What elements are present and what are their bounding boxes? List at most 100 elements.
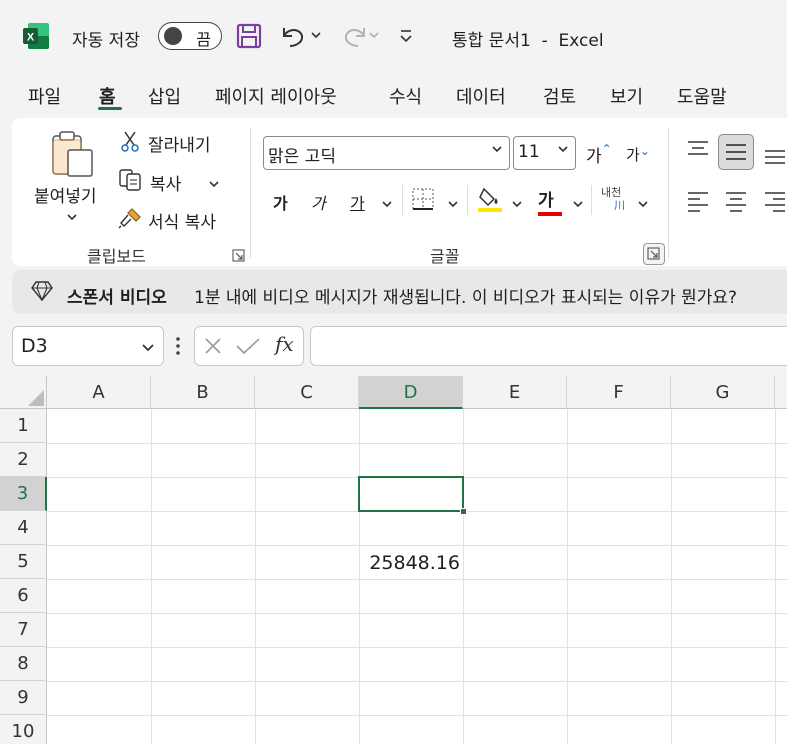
cut-label[interactable]: 잘라내기	[148, 131, 211, 156]
sponsor-title: 스폰서 비디오	[67, 288, 167, 308]
gridline	[775, 409, 776, 744]
cut-icon[interactable]	[120, 130, 140, 156]
excel-logo-icon: X	[22, 22, 50, 50]
row-header-9[interactable]: 9	[0, 681, 47, 715]
redo-icon[interactable]	[338, 22, 384, 54]
paste-icon[interactable]	[50, 130, 96, 182]
cancel-icon[interactable]	[203, 336, 223, 360]
row-header-7[interactable]: 7	[0, 613, 47, 647]
autosave-toggle[interactable]: 끔	[158, 22, 222, 50]
phonetic-dropdown-icon[interactable]	[637, 195, 649, 214]
cell-d5[interactable]: 25848.16	[362, 552, 460, 574]
tab-view[interactable]: 보기	[610, 83, 643, 109]
phonetic-bottom-label: 川	[614, 199, 625, 212]
select-all-button[interactable]	[0, 376, 47, 409]
save-icon[interactable]	[236, 23, 262, 49]
row-header-6[interactable]: 6	[0, 579, 47, 613]
active-cell-d3[interactable]	[358, 476, 464, 512]
decrease-font-button[interactable]: 가⌄	[626, 144, 650, 165]
column-header-h[interactable]	[775, 376, 787, 409]
underline-button[interactable]: 가	[350, 190, 365, 214]
font-color-dropdown-icon[interactable]	[572, 195, 584, 214]
copy-icon[interactable]	[118, 168, 144, 196]
chevron-down-icon	[141, 337, 155, 359]
row-header-3[interactable]: 3	[0, 477, 47, 511]
clipboard-launcher-icon[interactable]	[232, 248, 246, 267]
autosave-label: 자동 저장	[72, 31, 140, 51]
tab-formulas[interactable]: 수식	[389, 83, 422, 109]
align-left-icon[interactable]	[686, 190, 710, 216]
row-header-1[interactable]: 1	[0, 409, 47, 443]
font-color-label: 가	[538, 191, 554, 211]
borders-icon[interactable]	[411, 187, 435, 215]
enter-icon[interactable]	[235, 336, 261, 360]
format-painter-label[interactable]: 서식 복사	[148, 208, 216, 233]
divider	[402, 185, 403, 215]
fill-handle[interactable]	[460, 508, 467, 515]
formula-input[interactable]	[310, 326, 787, 366]
column-header-g[interactable]: G	[671, 376, 775, 409]
column-header-a[interactable]: A	[47, 376, 151, 409]
font-name-select[interactable]: 맑은 고딕	[263, 136, 510, 170]
active-tab-indicator	[98, 107, 122, 110]
customize-qat-icon[interactable]	[398, 24, 414, 52]
insert-function-icon[interactable]: fx	[275, 332, 294, 356]
tab-file[interactable]: 파일	[28, 83, 61, 109]
align-center-icon[interactable]	[724, 190, 748, 216]
align-top-icon[interactable]	[686, 139, 710, 163]
fill-color-icon[interactable]	[476, 185, 504, 217]
tab-insert[interactable]: 삽입	[148, 83, 181, 109]
tab-help[interactable]: 도움말	[677, 83, 727, 109]
phonetic-button[interactable]: 내천 川	[601, 186, 625, 212]
gridline	[671, 409, 672, 744]
column-header-f[interactable]: F	[567, 376, 671, 409]
caret-up-icon: ⌃	[601, 142, 612, 156]
align-bottom-icon[interactable]	[763, 145, 787, 171]
row-header-8[interactable]: 8	[0, 647, 47, 681]
sponsor-message[interactable]: 1분 내에 비디오 메시지가 재생됩니다. 이 비디오가 표시되는 이유가 뭔가…	[194, 283, 737, 308]
column-header-b[interactable]: B	[151, 376, 255, 409]
tab-review[interactable]: 검토	[543, 83, 576, 109]
increase-font-button[interactable]: 가⌃	[586, 142, 612, 167]
divider	[591, 185, 592, 215]
svg-text:X: X	[27, 32, 35, 44]
tab-data[interactable]: 데이터	[456, 83, 506, 109]
borders-dropdown-icon[interactable]	[447, 195, 459, 214]
align-right-icon[interactable]	[763, 190, 787, 216]
underline-dropdown-icon[interactable]	[381, 195, 393, 214]
copy-dropdown-icon[interactable]	[208, 175, 220, 194]
group-divider	[250, 128, 251, 258]
clipboard-group-label: 클립보드	[87, 247, 146, 266]
increase-font-label: 가	[586, 147, 602, 167]
name-box[interactable]: D3	[12, 326, 164, 366]
copy-label[interactable]: 복사	[150, 170, 181, 195]
row-header-4[interactable]: 4	[0, 511, 47, 545]
tab-home[interactable]: 홈	[99, 83, 116, 109]
more-options-icon[interactable]	[175, 336, 181, 360]
font-color-button[interactable]: 가	[538, 186, 562, 216]
gridline	[47, 579, 787, 580]
fill-color-dropdown-icon[interactable]	[511, 195, 523, 214]
toggle-state-label: 끔	[196, 30, 211, 49]
undo-icon[interactable]	[278, 22, 324, 54]
paste-dropdown-icon[interactable]	[66, 208, 78, 227]
column-header-c[interactable]: C	[255, 376, 359, 409]
gridline	[567, 409, 568, 744]
align-middle-icon[interactable]	[718, 134, 754, 170]
divider	[467, 185, 468, 215]
font-launcher-icon[interactable]	[643, 243, 665, 265]
paste-label[interactable]: 붙여넣기	[34, 182, 97, 207]
tab-page-layout[interactable]: 페이지 레이아웃	[215, 83, 337, 109]
column-header-e[interactable]: E	[463, 376, 567, 409]
formula-actions: fx	[194, 326, 304, 366]
font-size-select[interactable]: 11	[513, 136, 576, 170]
row-header-10[interactable]: 10	[0, 715, 47, 744]
row-header-2[interactable]: 2	[0, 443, 47, 477]
italic-button[interactable]: 가	[311, 190, 326, 214]
gridline	[47, 647, 787, 648]
bold-button[interactable]: 가	[273, 190, 288, 214]
gridline	[47, 545, 787, 546]
format-painter-icon[interactable]	[118, 206, 144, 234]
row-header-5[interactable]: 5	[0, 545, 47, 579]
column-header-d[interactable]: D	[359, 376, 463, 409]
